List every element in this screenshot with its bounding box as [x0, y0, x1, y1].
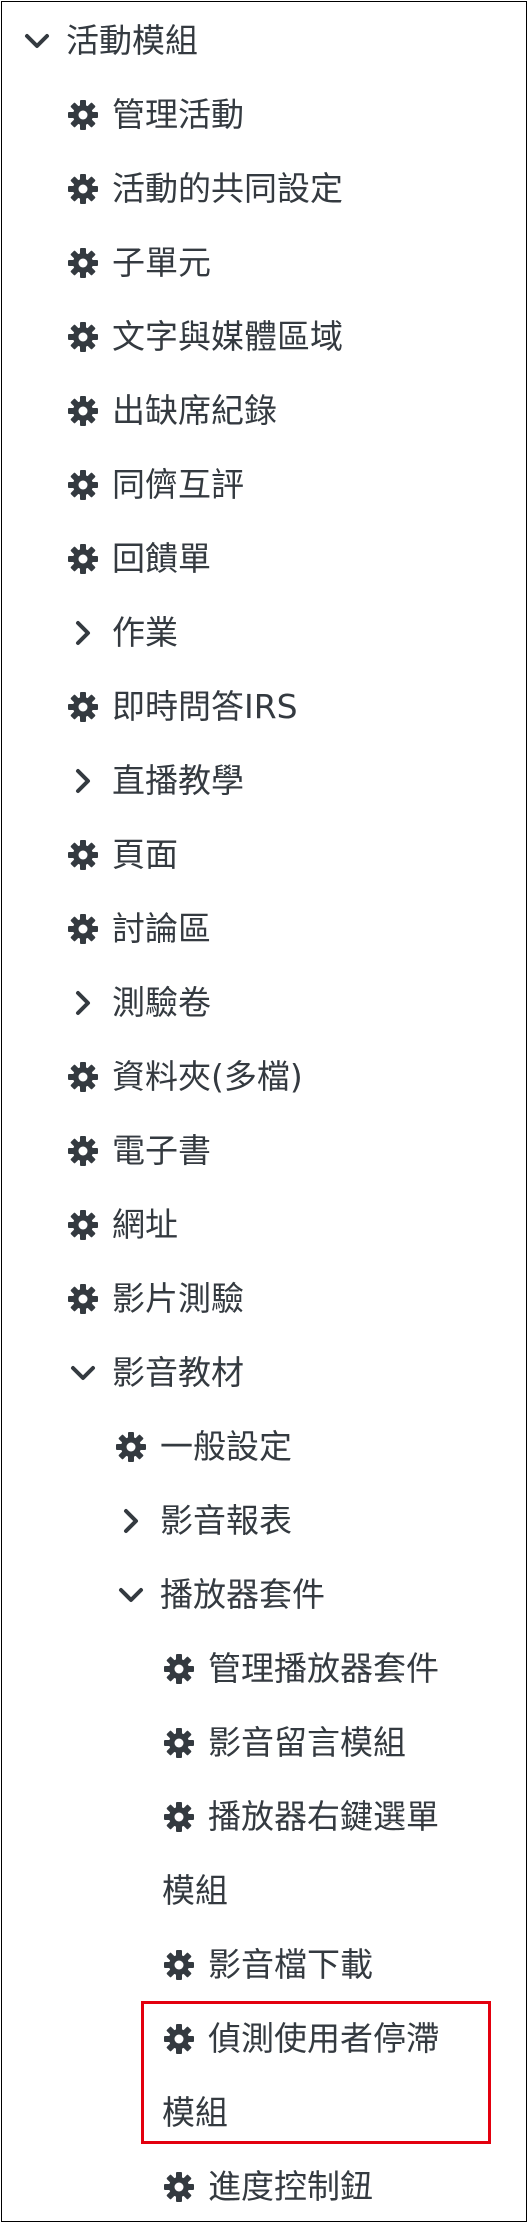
gear-icon: [66, 912, 100, 946]
tree-item-label: 同儕互評: [112, 465, 244, 504]
tree-node-label: 播放器套件: [160, 1575, 325, 1614]
tree-item-text-media-area[interactable]: 文字與媒體區域: [66, 300, 526, 374]
gear-icon: [66, 1208, 100, 1242]
tree-item-common-settings[interactable]: 活動的共同設定: [66, 152, 526, 226]
tree-item-label: 影音留言模組: [208, 1723, 406, 1762]
tree-node-live-teaching[interactable]: 直播教學: [66, 744, 526, 818]
tree-item-label: 出缺席紀錄: [112, 391, 277, 430]
highlight-box: [141, 2001, 491, 2144]
chevron-right-icon: [66, 616, 100, 650]
tree-item-label: 管理活動: [112, 95, 244, 134]
gear-icon: [66, 1282, 100, 1316]
tree-item-label: 即時問答IRS: [112, 687, 298, 726]
tree-node-label: 測驗卷: [112, 983, 211, 1022]
chevron-right-icon: [66, 986, 100, 1020]
gear-icon: [66, 172, 100, 206]
tree-node-label: 活動模組: [66, 21, 198, 60]
tree-item-peer-review[interactable]: 同儕互評: [66, 448, 526, 522]
tree-node-assignment[interactable]: 作業: [66, 596, 526, 670]
gear-icon: [66, 542, 100, 576]
chevron-down-icon: [20, 24, 54, 58]
gear-icon: [66, 246, 100, 280]
tree-item-irs[interactable]: 即時問答IRS: [66, 670, 526, 744]
gear-icon: [66, 468, 100, 502]
tree-item-label: 播放器右鍵選單: [208, 1797, 439, 1836]
settings-tree-panel: 活動模組 管理活動 活動的共同設定 子單元 文字與媒體區域 出缺席紀錄 同儕互評…: [1, 1, 527, 2222]
tree-item-label: 回饋單: [112, 539, 211, 578]
gear-icon: [162, 1652, 196, 1686]
tree-item-label: 影音檔下載: [208, 1945, 373, 1984]
tree-item-url[interactable]: 網址: [66, 1188, 526, 1262]
tree-item-general-settings[interactable]: 一般設定: [114, 1410, 526, 1484]
gear-icon: [162, 1726, 196, 1760]
tree-node-video-material[interactable]: 影音教材: [66, 1336, 526, 1410]
tree-item-label: 頁面: [112, 835, 178, 874]
tree-item-video-quiz[interactable]: 影片測驗: [66, 1262, 526, 1336]
gear-icon: [162, 1948, 196, 1982]
tree-item-attendance[interactable]: 出缺席紀錄: [66, 374, 526, 448]
tree-item-progress-control-button[interactable]: 進度控制鈕: [162, 2150, 526, 2224]
gear-icon: [66, 690, 100, 724]
gear-icon: [66, 320, 100, 354]
gear-icon: [66, 1134, 100, 1168]
tree-item-video-download[interactable]: 影音檔下載: [162, 1928, 526, 2002]
tree-item-forum[interactable]: 討論區: [66, 892, 526, 966]
tree-item-label-continued: 模組: [162, 1871, 228, 1910]
chevron-right-icon: [66, 764, 100, 798]
tree-node-label: 直播教學: [112, 761, 244, 800]
tree-item-label: 活動的共同設定: [112, 169, 343, 208]
tree-item-label: 子單元: [112, 243, 211, 282]
gear-icon: [66, 394, 100, 428]
gear-icon: [162, 1800, 196, 1834]
tree-node-quiz[interactable]: 測驗卷: [66, 966, 526, 1040]
tree-node-player-plugins[interactable]: 播放器套件: [114, 1558, 526, 1632]
chevron-down-icon: [114, 1578, 148, 1612]
tree-item-label: 討論區: [112, 909, 211, 948]
tree-node-video-report[interactable]: 影音報表: [114, 1484, 526, 1558]
tree-item-label: 影片測驗: [112, 1279, 244, 1318]
tree-item-player-context-menu-module[interactable]: 播放器右鍵選單: [162, 1780, 526, 1854]
tree-item-label: 管理播放器套件: [208, 1649, 439, 1688]
tree-item-manage-activities[interactable]: 管理活動: [66, 78, 526, 152]
gear-icon: [66, 1060, 100, 1094]
chevron-right-icon: [114, 1504, 148, 1538]
tree-item-video-comment-module[interactable]: 影音留言模組: [162, 1706, 526, 1780]
tree-node-activity-modules[interactable]: 活動模組: [20, 4, 526, 78]
tree-item-label: 電子書: [112, 1131, 211, 1170]
tree-item-label: 網址: [112, 1205, 178, 1244]
tree-item-page[interactable]: 頁面: [66, 818, 526, 892]
tree-item-label: 進度控制鈕: [208, 2167, 373, 2206]
tree-item-label: 資料夾(多檔): [112, 1057, 303, 1096]
gear-icon: [162, 2170, 196, 2204]
tree-node-label: 影音報表: [160, 1501, 292, 1540]
gear-icon: [66, 98, 100, 132]
tree-item-ebook[interactable]: 電子書: [66, 1114, 526, 1188]
chevron-down-icon: [66, 1356, 100, 1390]
tree-item-folder[interactable]: 資料夾(多檔): [66, 1040, 526, 1114]
tree-item-subsection[interactable]: 子單元: [66, 226, 526, 300]
tree-node-label: 影音教材: [112, 1353, 244, 1392]
tree-item-manage-player-plugins[interactable]: 管理播放器套件: [162, 1632, 526, 1706]
gear-icon: [66, 838, 100, 872]
gear-icon: [114, 1430, 148, 1464]
tree-item-feedback[interactable]: 回饋單: [66, 522, 526, 596]
tree-item-label: 一般設定: [160, 1427, 292, 1466]
tree-node-label: 作業: [112, 613, 178, 652]
tree-item-label: 文字與媒體區域: [112, 317, 343, 356]
